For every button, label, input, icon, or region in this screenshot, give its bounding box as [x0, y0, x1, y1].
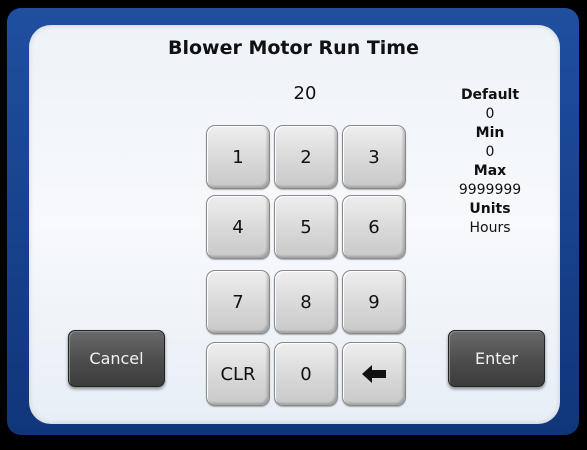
enter-button[interactable]: Enter — [448, 330, 545, 387]
key-5[interactable]: 5 — [274, 195, 338, 259]
max-value: 9999999 — [458, 182, 522, 198]
max-label: Max — [473, 163, 507, 179]
min-value: 0 — [485, 144, 495, 160]
key-1[interactable]: 1 — [206, 125, 270, 189]
key-9[interactable]: 9 — [342, 270, 406, 334]
min-label: Min — [475, 125, 505, 141]
parameter-info: Default 0 Min 0 Max 9999999 Units Hours — [440, 86, 540, 238]
key-4[interactable]: 4 — [206, 195, 270, 259]
clear-key[interactable]: CLR — [206, 342, 270, 406]
key-6[interactable]: 6 — [342, 195, 406, 259]
default-value: 0 — [485, 106, 495, 122]
key-8[interactable]: 8 — [274, 270, 338, 334]
key-0[interactable]: 0 — [274, 342, 338, 406]
key-7[interactable]: 7 — [206, 270, 270, 334]
left-arrow-icon — [362, 365, 386, 383]
key-2[interactable]: 2 — [274, 125, 338, 189]
cancel-button[interactable]: Cancel — [68, 330, 165, 387]
default-label: Default — [460, 87, 520, 103]
key-3[interactable]: 3 — [342, 125, 406, 189]
current-value-display: 20 — [293, 83, 317, 104]
units-value: Hours — [469, 220, 511, 236]
units-label: Units — [469, 201, 511, 217]
backspace-key[interactable] — [342, 342, 406, 406]
dialog-title: Blower Motor Run Time — [167, 37, 419, 59]
